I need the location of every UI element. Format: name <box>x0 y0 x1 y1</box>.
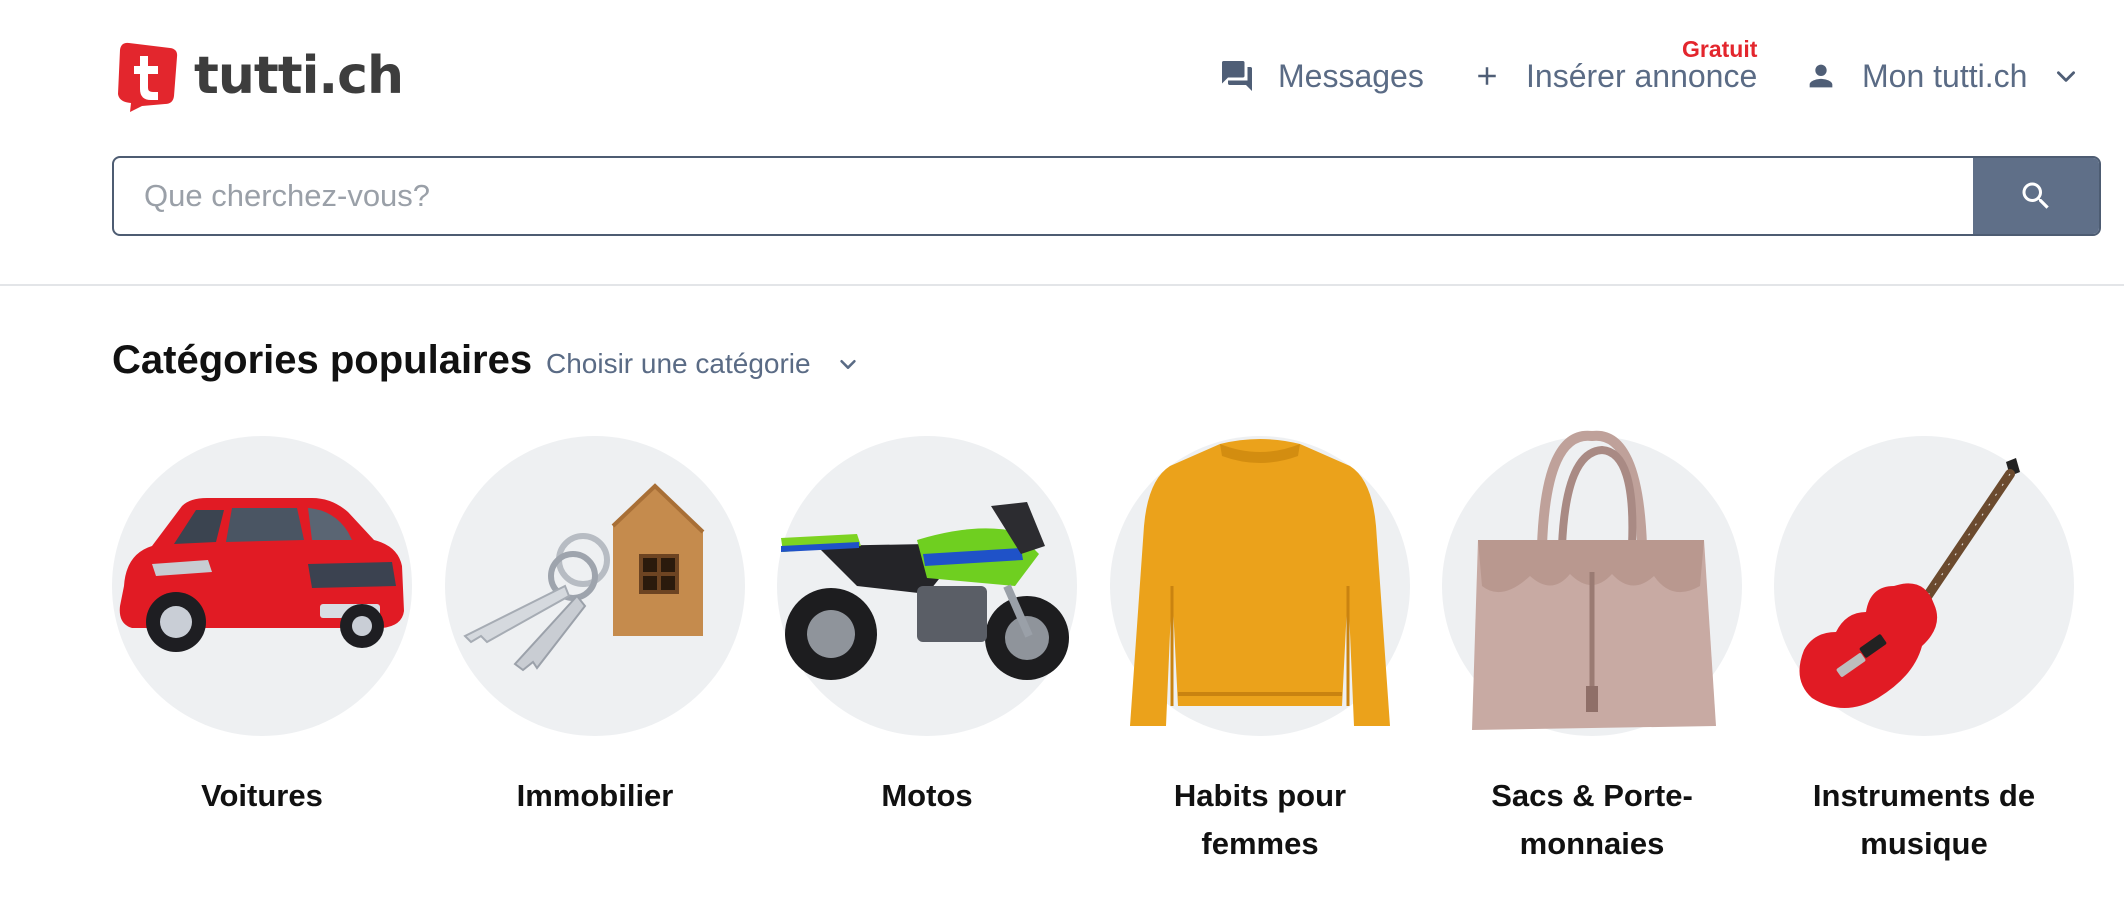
handbag-image <box>1472 430 1716 730</box>
insert-ad-label: Insérer annonce <box>1526 57 1758 94</box>
category-label: Immobilier <box>516 778 674 813</box>
tutti-logo[interactable]: tutti.ch <box>112 40 404 112</box>
category-select-label: Choisir une catégorie <box>546 348 811 379</box>
sweater-image <box>1130 439 1390 726</box>
popular-categories-title: Catégories populaires <box>112 338 533 382</box>
user-icon <box>1809 64 1833 88</box>
messages-label: Messages <box>1278 57 1424 94</box>
category-label: Habits pour femmes <box>1173 778 1347 861</box>
category-item-sacs[interactable]: Sacs & Porte-monnaies <box>1442 430 1742 868</box>
category-image-circle <box>445 436 745 736</box>
category-image-circle <box>777 436 1077 736</box>
category-item-motos[interactable]: Motos <box>777 436 1077 820</box>
header-divider <box>0 284 2124 286</box>
chevron-down-icon <box>2057 71 2076 82</box>
motorcycle-image <box>781 502 1069 680</box>
chat-bubbles-icon <box>1222 61 1252 91</box>
category-image-circle <box>1774 436 2074 736</box>
category-image-circle <box>1110 436 1410 736</box>
category-label: Motos <box>881 778 973 813</box>
tutti-logo-icon <box>118 42 178 112</box>
account-label: Mon tutti.ch <box>1862 57 2028 94</box>
category-item-instruments[interactable]: Instruments de musique <box>1774 436 2074 868</box>
guitar-image <box>1799 458 2020 708</box>
category-image-circle <box>112 436 412 736</box>
category-select[interactable]: Choisir une catégorie <box>546 344 859 384</box>
category-image-circle <box>1442 430 1742 736</box>
category-item-habits-femmes[interactable]: Habits pour femmes <box>1110 436 1410 868</box>
search-icon <box>2022 182 2049 209</box>
category-label: Instruments de musique <box>1812 778 2036 861</box>
category-label: Sacs & Porte-monnaies <box>1491 778 1693 861</box>
free-badge: Gratuit <box>1682 36 1758 62</box>
messages-link[interactable]: Messages <box>1218 54 1424 98</box>
search-input[interactable] <box>114 158 1973 234</box>
category-item-voitures[interactable]: Voitures <box>112 436 412 820</box>
category-list: Voitures Immobilier Motos Habits pour fe… <box>112 430 2092 876</box>
search-bar <box>112 156 2101 236</box>
chevron-down-icon <box>839 359 856 369</box>
search-button[interactable] <box>1973 158 2099 234</box>
category-item-immobilier[interactable]: Immobilier <box>445 436 745 820</box>
category-label: Voitures <box>201 778 323 813</box>
car-image <box>119 498 404 652</box>
keys-house-image <box>463 483 705 672</box>
account-menu[interactable]: Mon tutti.ch <box>1804 54 2079 98</box>
logo-text: tutti.ch <box>194 46 404 106</box>
plus-icon <box>1478 67 1496 85</box>
